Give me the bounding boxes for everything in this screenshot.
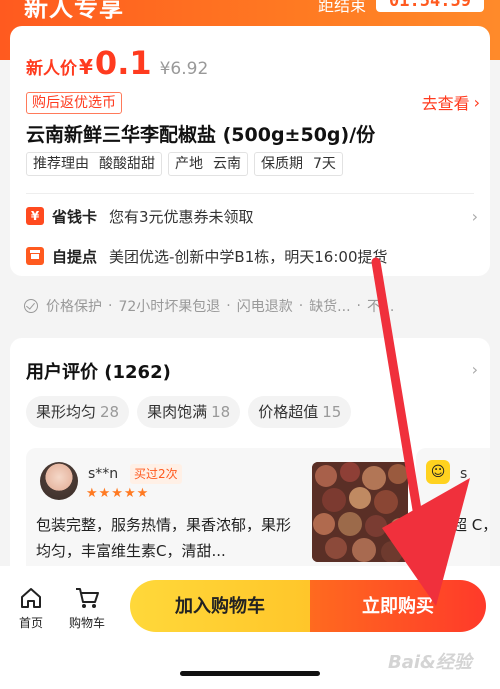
guarantee-item: 72小时坏果包退 <box>118 299 221 315</box>
tag-key: 推荐理由 <box>33 156 89 172</box>
bottom-action-bar: 首页 购物车 加入购物车 立即购买 Bai&经验 <box>0 566 500 689</box>
tag-key: 保质期 <box>261 156 303 172</box>
banner-title: 新人专享 <box>24 0 124 22</box>
review-chip[interactable]: 价格超值 15 <box>248 396 352 428</box>
nav-cart[interactable]: 购物车 <box>62 586 112 631</box>
rating-stars: ★★★★★ <box>86 486 150 501</box>
chip-count: 18 <box>211 403 231 421</box>
separator: · <box>298 298 304 314</box>
countdown-label: 距结束 <box>318 0 367 15</box>
guarantee-item: 缺货... <box>309 299 351 315</box>
chip-label: 果形均匀 <box>36 403 97 421</box>
tag-origin: 产地 云南 <box>168 152 248 176</box>
nav-home[interactable]: 首页 <box>6 586 56 631</box>
chevron-right-icon: › <box>473 92 480 112</box>
pickup-label: 自提点 <box>52 247 98 266</box>
original-price: ¥6.92 <box>159 59 209 79</box>
pickup-value: 美团优选-创新中学B1栋，明天16:00提货 <box>109 247 388 266</box>
rebate-badge: 购后返优选币 <box>26 92 122 114</box>
add-to-cart-button[interactable]: 加入购物车 <box>130 580 310 632</box>
chevron-right-icon[interactable]: › <box>472 360 478 379</box>
chip-count: 28 <box>100 403 120 421</box>
pickup-row[interactable]: 自提点 美团优选-创新中学B1栋，明天16:00提货 <box>26 244 478 268</box>
home-icon <box>21 588 41 608</box>
chip-count: 15 <box>322 403 342 421</box>
separator: · <box>356 298 361 314</box>
view-rebate-link[interactable]: 去查看 › <box>422 90 480 114</box>
reviews-card: 用户评价 (1262) › 果形均匀 28 果肉饱满 18 价格超值 15 s**n … <box>10 338 490 588</box>
product-title: 云南新鲜三华李配椒盐 (500g±50g)/份 <box>26 124 376 146</box>
saver-card-value: 您有3元优惠券未领取 <box>109 207 254 226</box>
reviews-title[interactable]: 用户评价 (1262) <box>26 358 171 384</box>
price-row: 新人价 ¥ 0.1 ¥6.92 <box>26 44 208 84</box>
tag-value: 云南 <box>213 156 241 172</box>
buy-now-button[interactable]: 立即购买 <box>310 580 486 632</box>
watermark: Bai&经验 <box>388 652 472 673</box>
smiley-avatar-icon: ☺ <box>426 460 450 484</box>
separator: · <box>108 298 113 314</box>
nav-home-label: 首页 <box>18 616 43 630</box>
guarantee-item: 价格保护 <box>46 299 102 315</box>
home-indicator <box>180 671 320 676</box>
check-circle-icon <box>24 299 38 313</box>
review-text: 质量超 C，包 <box>422 516 490 534</box>
countdown-timer: 01:54:59 <box>376 0 484 12</box>
review-chip[interactable]: 果形均匀 28 <box>26 396 130 428</box>
store-icon <box>26 247 44 265</box>
currency-symbol: ¥ <box>79 55 93 79</box>
guarantee-row[interactable]: 价格保护 · 72小时坏果包退 · 闪电退款 · 缺货... · 不... <box>24 294 494 318</box>
tag-value: 7天 <box>313 156 336 172</box>
purchase-count-badge: 买过2次 <box>130 464 182 484</box>
tag-shelf-life: 保质期 7天 <box>254 152 343 176</box>
reviewer-name: s**n <box>88 466 119 482</box>
new-price: 0.1 <box>94 44 152 82</box>
separator: · <box>226 298 231 314</box>
guarantee-item: 不... <box>367 299 395 315</box>
avatar <box>40 462 78 500</box>
chip-label: 果肉饱满 <box>147 403 208 421</box>
reviewer-name: s <box>460 466 468 482</box>
cart-icon <box>76 588 99 608</box>
review-chip[interactable]: 果肉饱满 18 <box>137 396 241 428</box>
saver-card-row[interactable]: ¥ 省钱卡 您有3元优惠券未领取 › <box>26 204 478 228</box>
saver-card-label: 省钱卡 <box>52 207 98 226</box>
chevron-right-icon: › <box>471 206 478 226</box>
new-price-label: 新人价 <box>26 59 77 79</box>
guarantee-item: 闪电退款 <box>236 299 293 315</box>
view-rebate-label: 去查看 <box>421 94 470 113</box>
product-card: 新人价 ¥ 0.1 ¥6.92 购后返优选币 去查看 › 云南新鲜三华李配椒盐 … <box>10 26 490 276</box>
divider <box>26 193 474 194</box>
product-tags: 推荐理由 酸酸甜甜 产地 云南 保质期 7天 <box>26 152 349 176</box>
tag-key: 产地 <box>175 156 203 172</box>
chip-label: 价格超值 <box>258 403 319 421</box>
review-text: 包装完整，服务热情，果香浓郁，果形均匀，丰富维生素C，清甜... <box>36 516 292 560</box>
tag-recommend: 推荐理由 酸酸甜甜 <box>26 152 162 176</box>
tag-value: 酸酸甜甜 <box>99 156 155 172</box>
nav-cart-label: 购物车 <box>68 616 105 630</box>
coupon-icon: ¥ <box>26 207 44 225</box>
review-chips: 果形均匀 28 果肉饱满 18 价格超值 15 <box>26 396 359 428</box>
review-photo[interactable] <box>312 462 408 562</box>
